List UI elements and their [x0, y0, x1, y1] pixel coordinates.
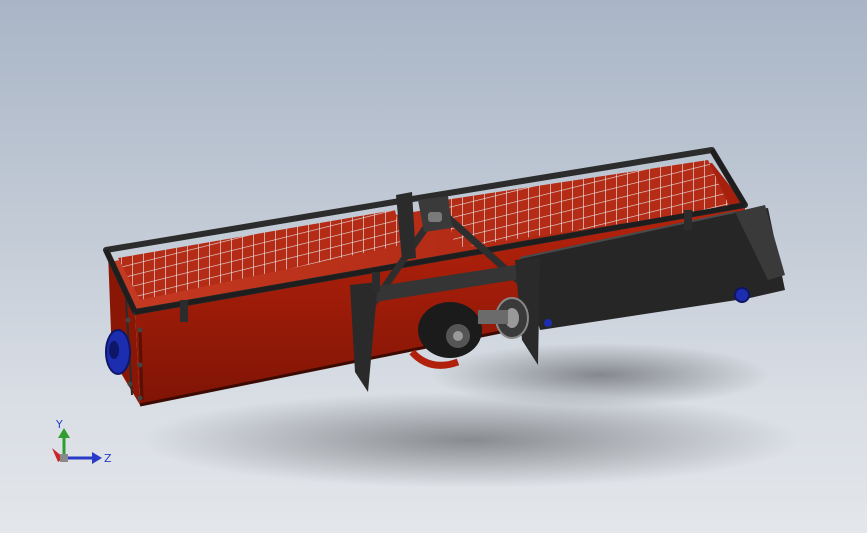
bolt [127, 381, 133, 387]
bolt [137, 362, 143, 368]
triad-z-arrow [92, 452, 102, 464]
graphics-viewport[interactable]: Y Z [0, 0, 867, 533]
ground-shadow [140, 392, 800, 488]
rim-bracket-2 [684, 210, 692, 230]
left-bearing-hub [109, 341, 119, 359]
bolt [137, 327, 143, 333]
drive-shaft [478, 310, 508, 324]
right-bearing [734, 287, 750, 303]
ground-shadow-secondary [430, 343, 770, 407]
pto-shaft-end [453, 331, 463, 341]
rim-bracket-1 [180, 300, 188, 322]
triad-y-label: Y [55, 418, 63, 431]
bolt [125, 317, 131, 323]
bolt [137, 395, 143, 401]
triad-z-label: Z [104, 452, 112, 465]
orientation-triad: Y Z [44, 414, 124, 474]
rotary-tiller-model[interactable] [0, 0, 867, 533]
right-bearing-small [544, 319, 552, 327]
rim-bracket-3 [372, 272, 380, 292]
triad-origin-cube [60, 454, 68, 462]
hitch-top-pin [428, 212, 442, 222]
